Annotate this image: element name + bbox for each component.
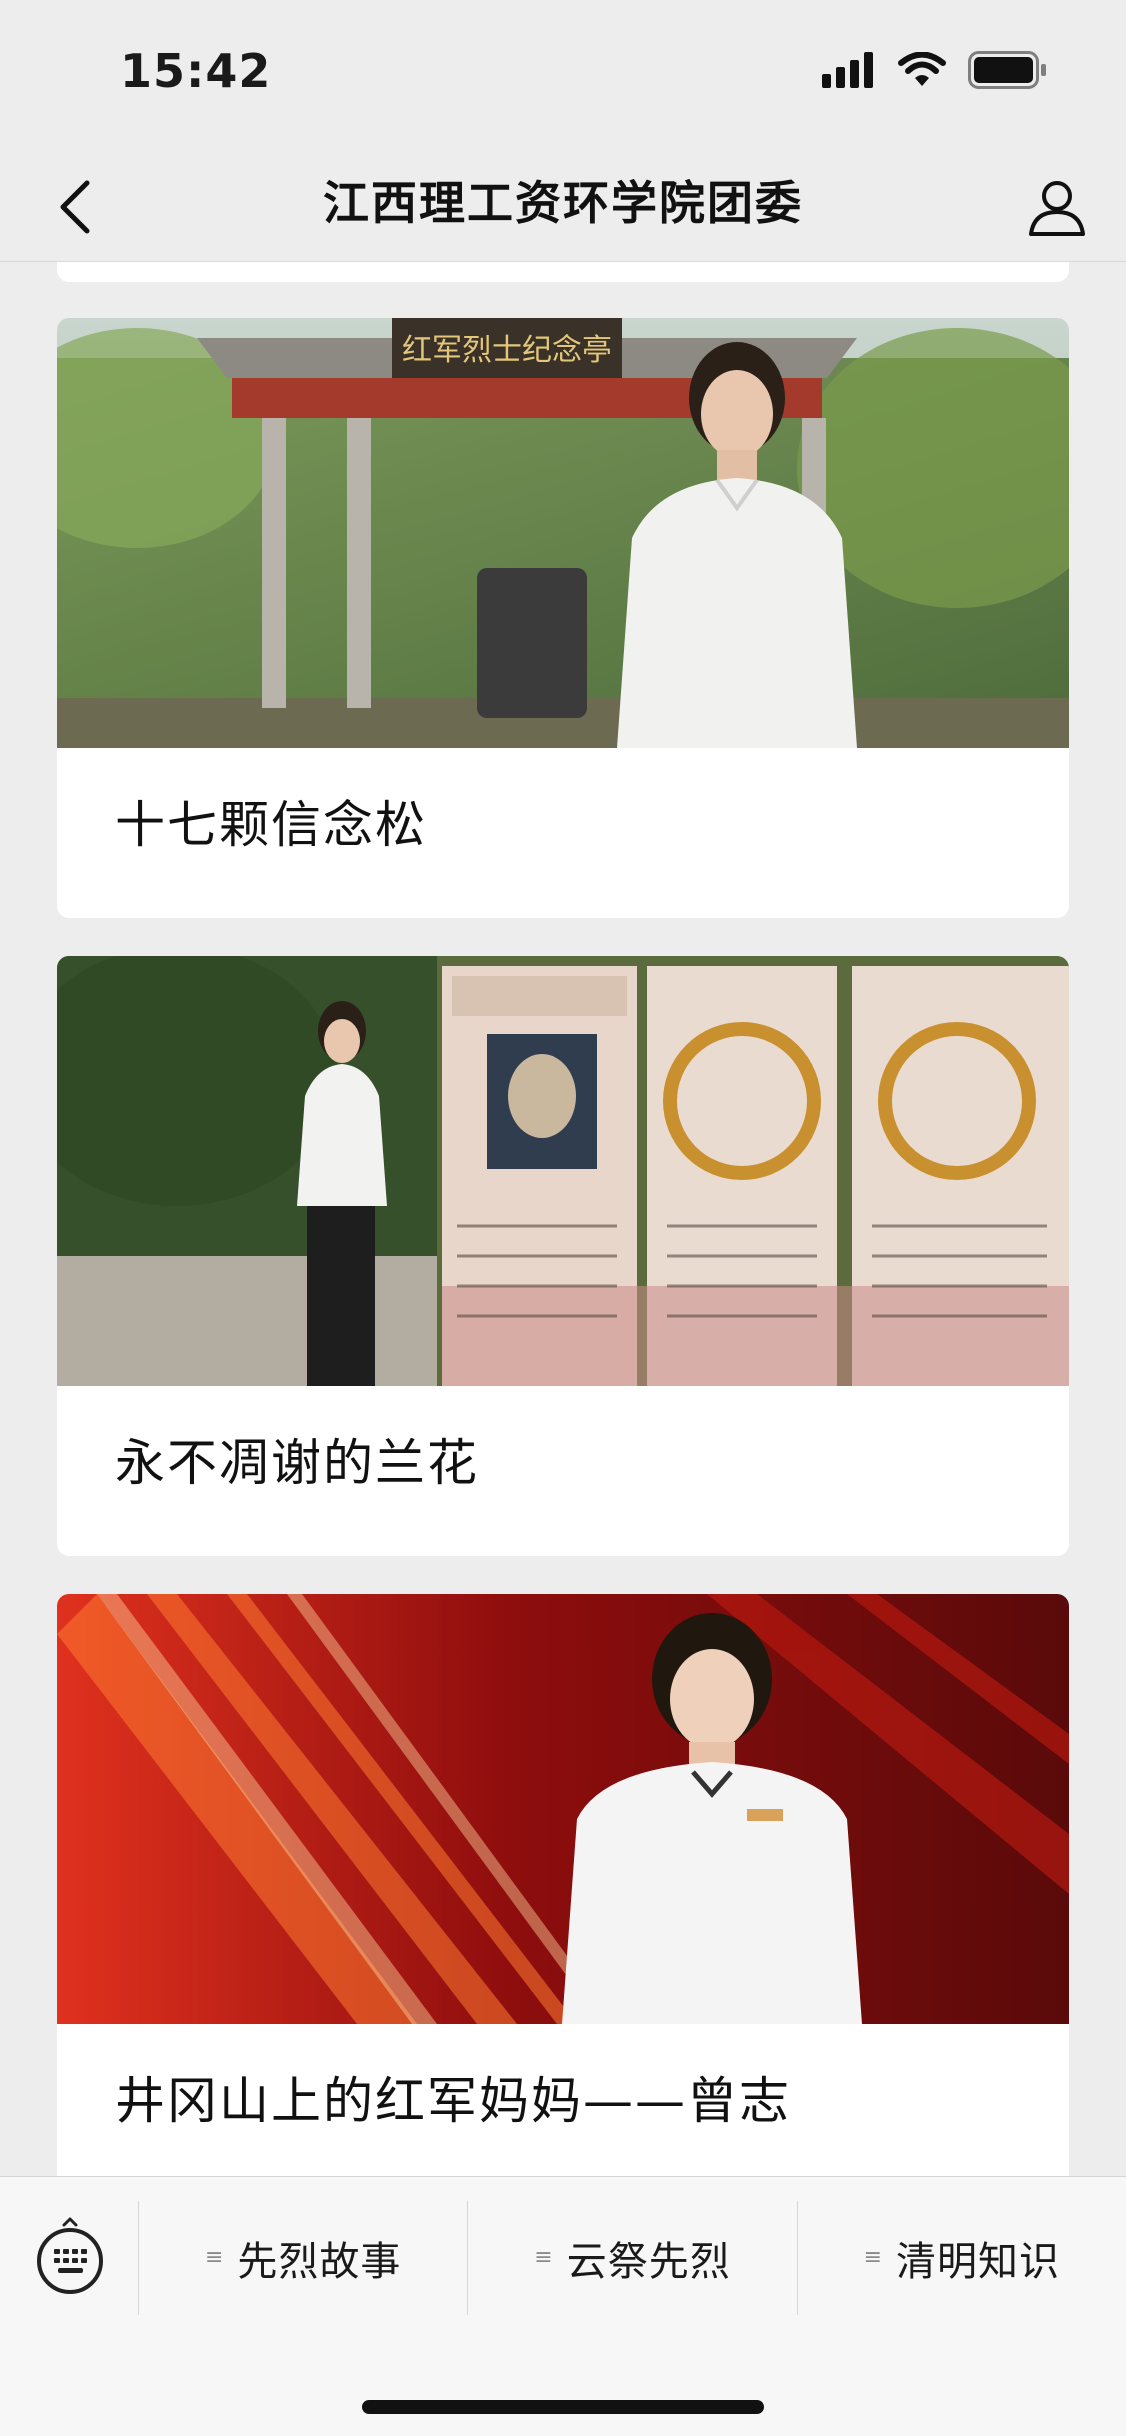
pavilion-plaque-text: 红军烈士纪念亭 <box>402 333 612 368</box>
wifi-icon <box>898 51 946 92</box>
article-card[interactable]: 永不凋谢的兰花 <box>57 956 1069 1556</box>
menu-item-qingming-knowledge[interactable]: ≡ 清明知识 <box>796 2201 1126 2315</box>
menu-item-label: 清明知识 <box>896 2239 1061 2285</box>
profile-button[interactable] <box>1018 168 1096 246</box>
article-title: 十七颗信念松 <box>115 796 427 854</box>
article-card-partial[interactable] <box>57 262 1069 282</box>
article-thumbnail: 红军烈士纪念亭 <box>57 318 1069 748</box>
status-bar: 15:42 <box>0 0 1126 150</box>
keyboard-icon <box>37 2217 103 2294</box>
keyboard-toggle-button[interactable] <box>34 2215 106 2295</box>
status-icons <box>822 51 1048 93</box>
submenu-lines-icon: ≡ <box>534 2245 553 2270</box>
menu-items: ≡ 先烈故事 ≡ 云祭先烈 ≡ 清明知识 <box>138 2201 1126 2315</box>
article-card[interactable]: 红军烈士纪念亭 十七颗信念松 <box>57 318 1069 918</box>
article-card[interactable]: 井冈山上的红军妈妈——曾志 <box>57 1594 1069 2176</box>
person-icon <box>1029 181 1085 236</box>
back-button[interactable] <box>40 172 110 242</box>
article-title: 永不凋谢的兰花 <box>115 1434 479 1492</box>
article-feed: 红军烈士纪念亭 十七颗信念松 永不凋谢的兰花 井冈山上的红军妈妈——曾志 <box>0 262 1126 2176</box>
status-time: 15:42 <box>120 44 272 98</box>
home-indicator[interactable] <box>362 2400 764 2414</box>
page-title: 江西理工资环学院团委 <box>323 176 803 230</box>
navigation-bar: 江西理工资环学院团委 <box>0 150 1126 262</box>
cellular-signal-icon <box>822 52 876 92</box>
bottom-menu-bar: ≡ 先烈故事 ≡ 云祭先烈 ≡ 清明知识 <box>0 2176 1126 2436</box>
wechat-official-account-page: 15:42 江西理工资环学院团委 红军烈士纪念亭 十七颗信念松 永不凋谢的兰花 … <box>0 0 1126 2436</box>
menu-item-martyr-stories[interactable]: ≡ 先烈故事 <box>138 2201 467 2315</box>
submenu-lines-icon: ≡ <box>204 2245 224 2270</box>
menu-item-label: 先烈故事 <box>237 2239 402 2285</box>
article-thumbnail <box>57 956 1069 1386</box>
menu-item-online-tribute[interactable]: ≡ 云祭先烈 <box>467 2201 796 2315</box>
article-title: 井冈山上的红军妈妈——曾志 <box>115 2072 791 2130</box>
submenu-lines-icon: ≡ <box>863 2245 883 2270</box>
article-thumbnail <box>57 1594 1069 2024</box>
battery-icon <box>968 51 1048 93</box>
chevron-left-icon <box>60 180 90 234</box>
menu-item-label: 云祭先烈 <box>566 2239 731 2285</box>
